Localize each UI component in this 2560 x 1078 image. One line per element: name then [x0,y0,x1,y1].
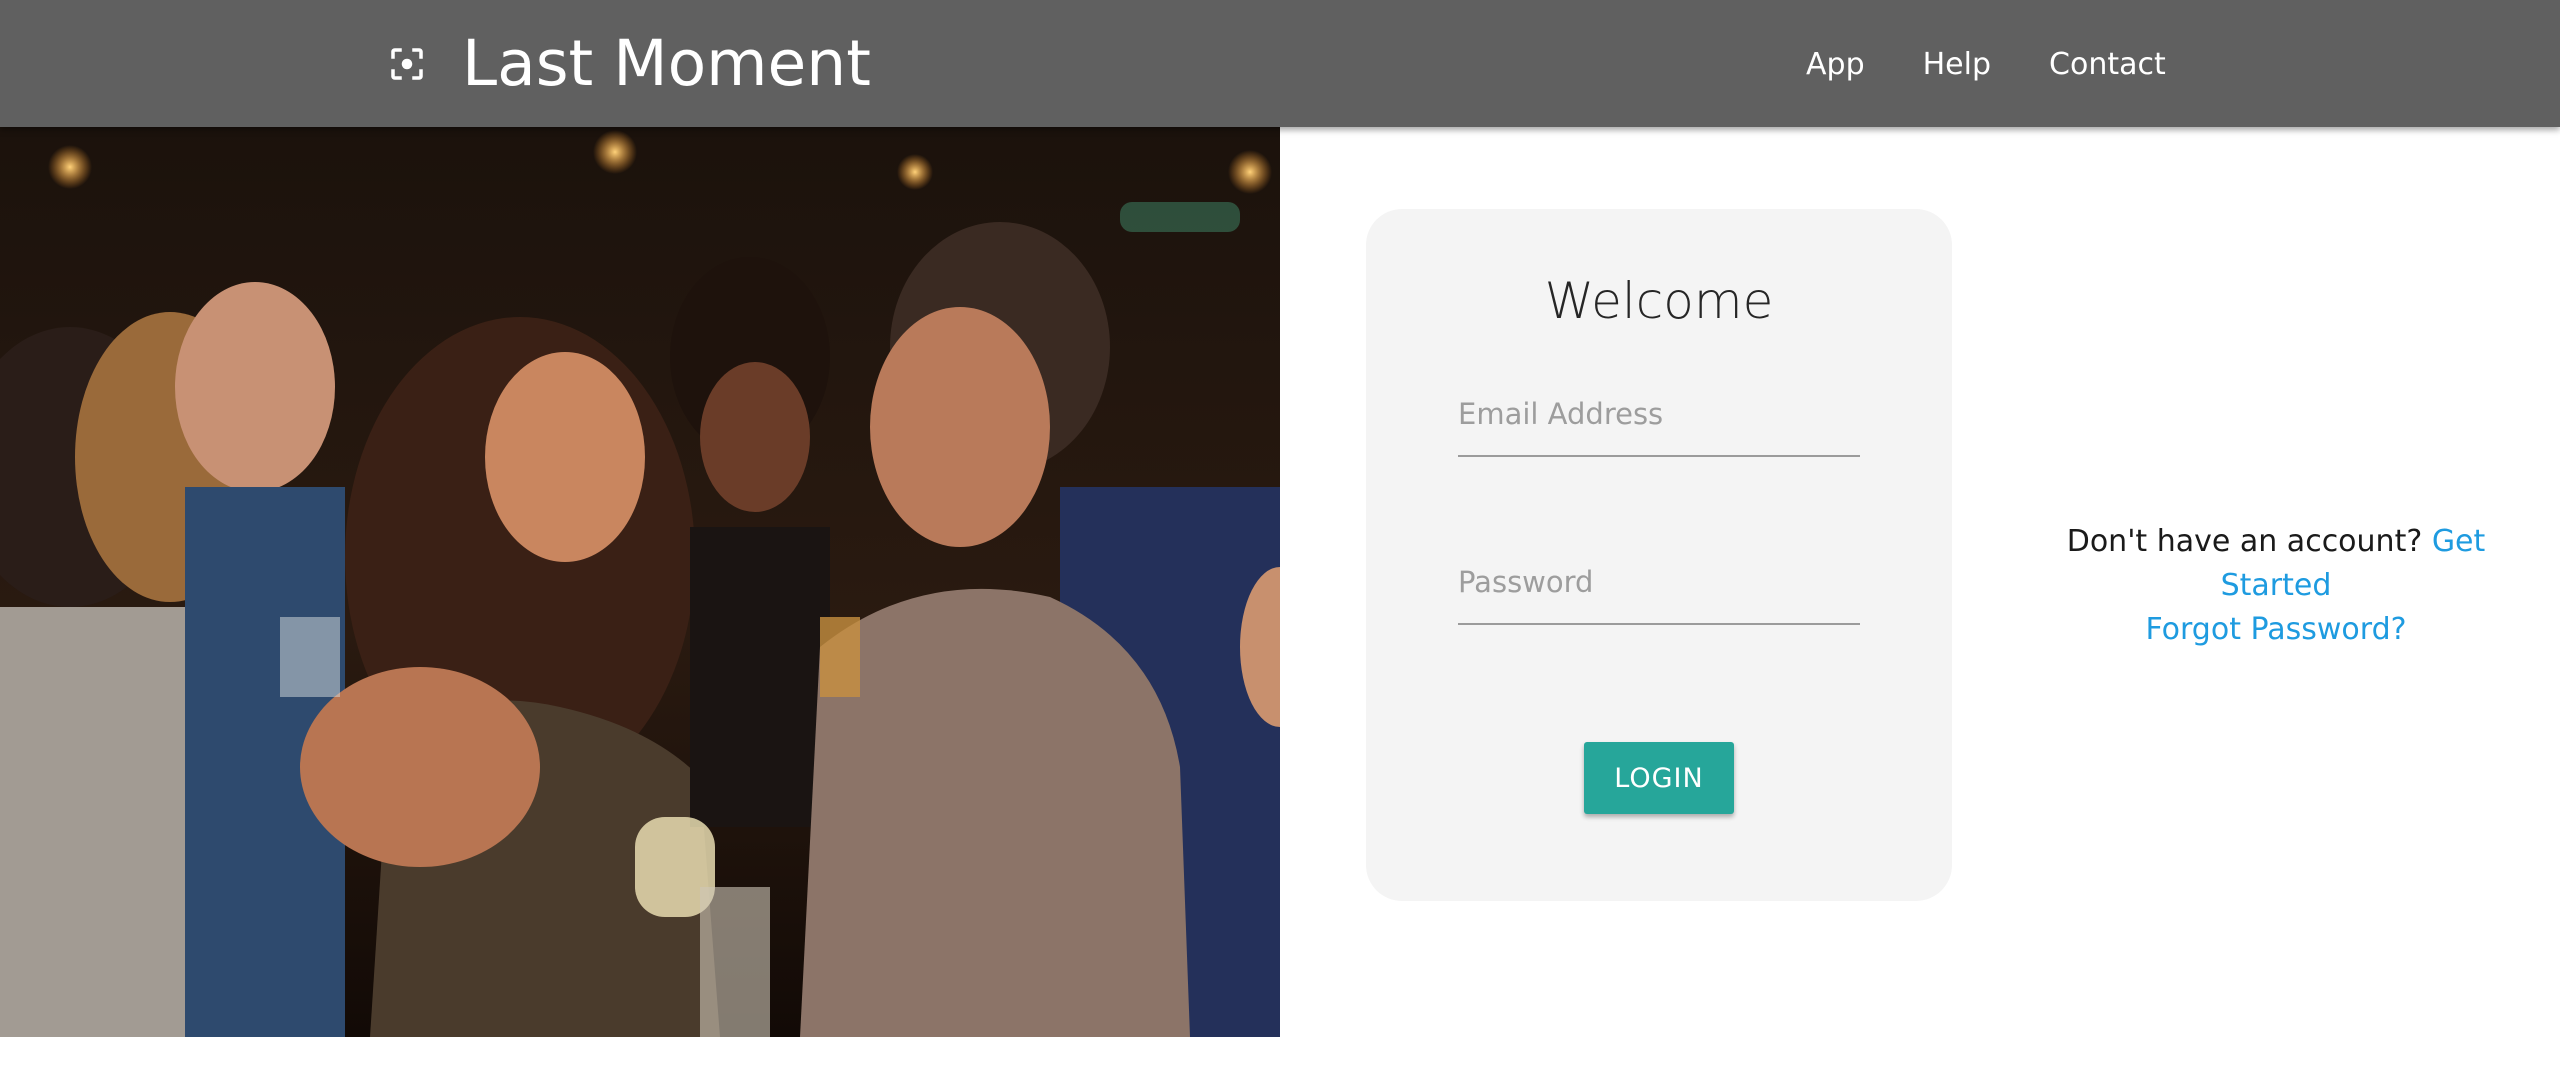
login-card: Welcome LOGIN [1366,209,1952,901]
login-button[interactable]: LOGIN [1584,742,1734,814]
forgot-password-link[interactable]: Forgot Password? [2145,612,2406,647]
main-nav: App Help Contact [1806,40,2166,90]
top-navbar: Last Moment App Help Contact [0,0,2560,127]
nav-link-contact[interactable]: Contact [2049,40,2166,90]
account-links: Don't have an account? Get Started Forgo… [2028,520,2524,652]
signup-line: Don't have an account? Get Started [2028,520,2524,608]
forgot-line: Forgot Password? [2028,608,2524,652]
welcome-title: Welcome [1544,272,1774,330]
nav-link-help[interactable]: Help [1923,40,1991,90]
no-account-text: Don't have an account? [2066,524,2423,559]
email-field[interactable] [1458,383,1860,457]
brand-title: Last Moment [462,27,871,100]
brand-link[interactable]: Last Moment [386,24,871,104]
nav-link-app[interactable]: App [1806,40,1865,90]
hero-party-photo [0,127,1280,1037]
party-photo [0,127,1280,1037]
password-field[interactable] [1458,551,1860,625]
center-focus-icon [391,48,423,80]
